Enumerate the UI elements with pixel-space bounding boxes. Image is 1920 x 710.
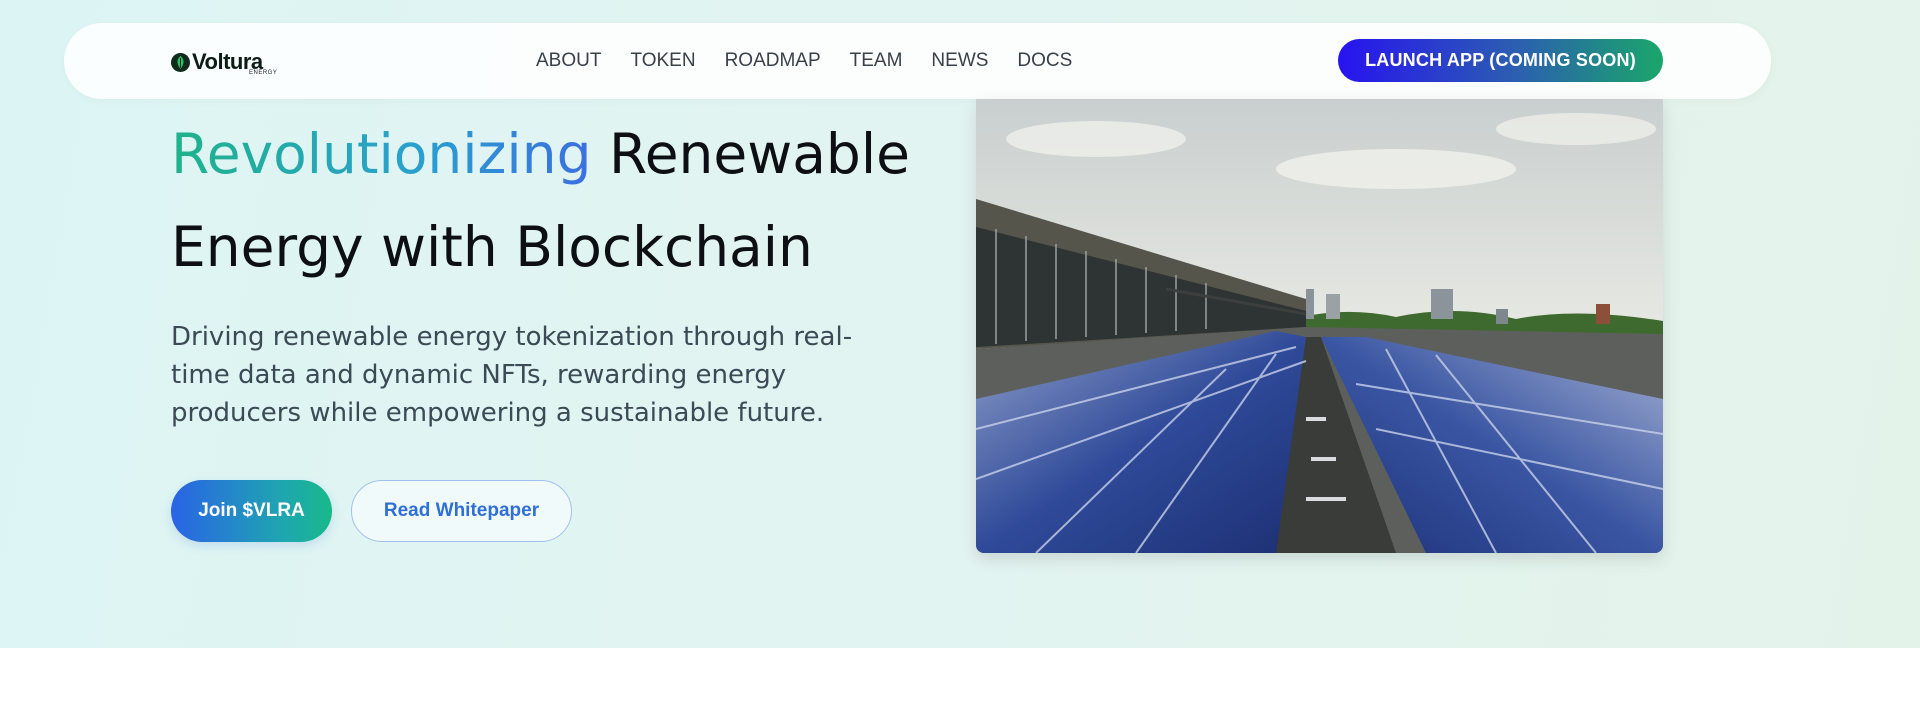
nav-news[interactable]: NEWS xyxy=(931,50,988,72)
solar-panels-image xyxy=(976,99,1663,553)
nav-docs[interactable]: DOCS xyxy=(1017,50,1072,72)
headline-rest: Renewable xyxy=(591,122,910,186)
nav-links: ABOUT TOKEN ROADMAP TEAM NEWS DOCS xyxy=(536,50,1101,72)
join-button[interactable]: Join $VLRA xyxy=(171,480,332,542)
headline-highlight: Revolutionizing xyxy=(171,122,592,186)
headline-line2: Energy with Blockchain xyxy=(171,215,813,279)
nav-team[interactable]: TEAM xyxy=(850,50,903,72)
leaf-logo-icon xyxy=(171,52,190,72)
brand-logo[interactable]: Voltura ENERGY xyxy=(171,49,277,76)
nav-about[interactable]: ABOUT xyxy=(536,50,601,72)
whitepaper-button[interactable]: Read Whitepaper xyxy=(351,480,572,542)
hero-description: Driving renewable energy tokenization th… xyxy=(171,322,853,428)
nav-roadmap[interactable]: ROADMAP xyxy=(725,50,821,72)
hero-section: Voltura ENERGY ABOUT TOKEN ROADMAP TEAM … xyxy=(0,0,1920,648)
brand-subtitle: ENERGY xyxy=(249,70,278,76)
top-navbar: Voltura ENERGY ABOUT TOKEN ROADMAP TEAM … xyxy=(64,23,1771,99)
hero-headline: Revolutionizing Renewable Energy with Bl… xyxy=(171,108,931,294)
nav-token[interactable]: TOKEN xyxy=(630,50,695,72)
launch-app-button[interactable]: LAUNCH APP (COMING SOON) xyxy=(1338,39,1663,82)
